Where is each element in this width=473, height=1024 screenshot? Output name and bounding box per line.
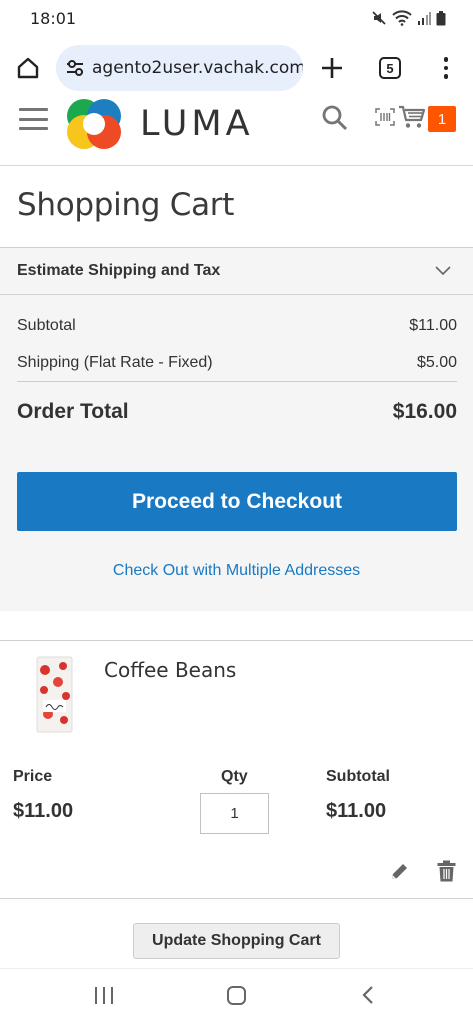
item-subtotal-label: Subtotal bbox=[326, 768, 390, 785]
url-text[interactable]: agento2user.vachak.com bbox=[92, 58, 303, 78]
site-header: LUMA 1 bbox=[0, 99, 473, 166]
cart-summary: Estimate Shipping and Tax Subtotal $11.0… bbox=[0, 247, 473, 611]
wifi-icon bbox=[392, 10, 412, 26]
order-total-value: $16.00 bbox=[392, 400, 457, 423]
subtotal-row: Subtotal $11.00 bbox=[17, 317, 457, 335]
page-title: Shopping Cart bbox=[17, 187, 235, 223]
shipping-row: Shipping (Flat Rate - Fixed) $5.00 bbox=[17, 354, 457, 372]
tab-switcher-button[interactable]: 5 bbox=[379, 57, 401, 79]
subtotal-value: $11.00 bbox=[409, 317, 457, 334]
update-shopping-cart-button[interactable]: Update Shopping Cart bbox=[133, 923, 340, 959]
plus-icon[interactable] bbox=[318, 54, 346, 82]
pencil-icon[interactable] bbox=[389, 861, 410, 882]
subtotal-label: Subtotal bbox=[17, 317, 76, 334]
status-time: 18:01 bbox=[30, 8, 77, 28]
shipping-label: Shipping (Flat Rate - Fixed) bbox=[17, 354, 213, 371]
mute-icon bbox=[372, 11, 386, 25]
proceed-to-checkout-button[interactable]: Proceed to Checkout bbox=[17, 472, 457, 531]
barcode-scan-icon[interactable] bbox=[375, 108, 395, 126]
search-icon[interactable] bbox=[321, 104, 349, 132]
estimate-shipping-toggle[interactable]: Estimate Shipping and Tax bbox=[0, 248, 473, 295]
hamburger-icon[interactable] bbox=[19, 108, 48, 130]
trash-icon[interactable] bbox=[437, 860, 456, 882]
qty-input[interactable]: 1 bbox=[200, 793, 269, 834]
battery-icon bbox=[436, 10, 446, 25]
browser-home-button[interactable] bbox=[12, 52, 44, 84]
home-nav-icon[interactable] bbox=[227, 986, 246, 1005]
luma-logo-icon[interactable] bbox=[62, 96, 124, 152]
order-total-label: Order Total bbox=[17, 400, 129, 423]
shipping-value: $5.00 bbox=[416, 354, 457, 371]
item-divider-bottom bbox=[0, 898, 473, 899]
chevron-down-icon[interactable] bbox=[435, 266, 451, 276]
price-value: $11.00 bbox=[13, 800, 74, 822]
signal-icon bbox=[418, 12, 431, 25]
totals-divider bbox=[17, 381, 457, 382]
item-subtotal-value: $11.00 bbox=[326, 800, 387, 822]
price-label: Price bbox=[13, 768, 53, 785]
system-nav-bar bbox=[0, 968, 473, 1024]
home-icon bbox=[17, 57, 39, 79]
estimate-shipping-label[interactable]: Estimate Shipping and Tax bbox=[17, 262, 220, 280]
address-bar[interactable]: agento2user.vachak.com bbox=[56, 45, 303, 91]
qty-label: Qty bbox=[221, 768, 248, 785]
multiple-addresses-link[interactable]: Check Out with Multiple Addresses bbox=[0, 562, 473, 580]
product-thumbnail[interactable] bbox=[36, 656, 73, 733]
more-vert-icon[interactable] bbox=[436, 54, 456, 82]
back-icon[interactable] bbox=[360, 985, 376, 1005]
browser-toolbar: agento2user.vachak.com 5 bbox=[0, 36, 473, 100]
product-name-link[interactable]: Coffee Beans bbox=[104, 658, 236, 682]
status-icons bbox=[371, 10, 446, 26]
item-divider bbox=[0, 640, 473, 641]
cart-count-badge[interactable]: 1 bbox=[428, 106, 456, 132]
logo-text[interactable]: LUMA bbox=[140, 104, 254, 144]
recents-icon[interactable] bbox=[95, 987, 113, 1004]
order-total-row: Order Total $16.00 bbox=[17, 400, 457, 424]
status-bar: 18:01 bbox=[0, 0, 473, 36]
tune-icon[interactable] bbox=[64, 57, 86, 79]
cart-icon[interactable] bbox=[398, 104, 426, 130]
